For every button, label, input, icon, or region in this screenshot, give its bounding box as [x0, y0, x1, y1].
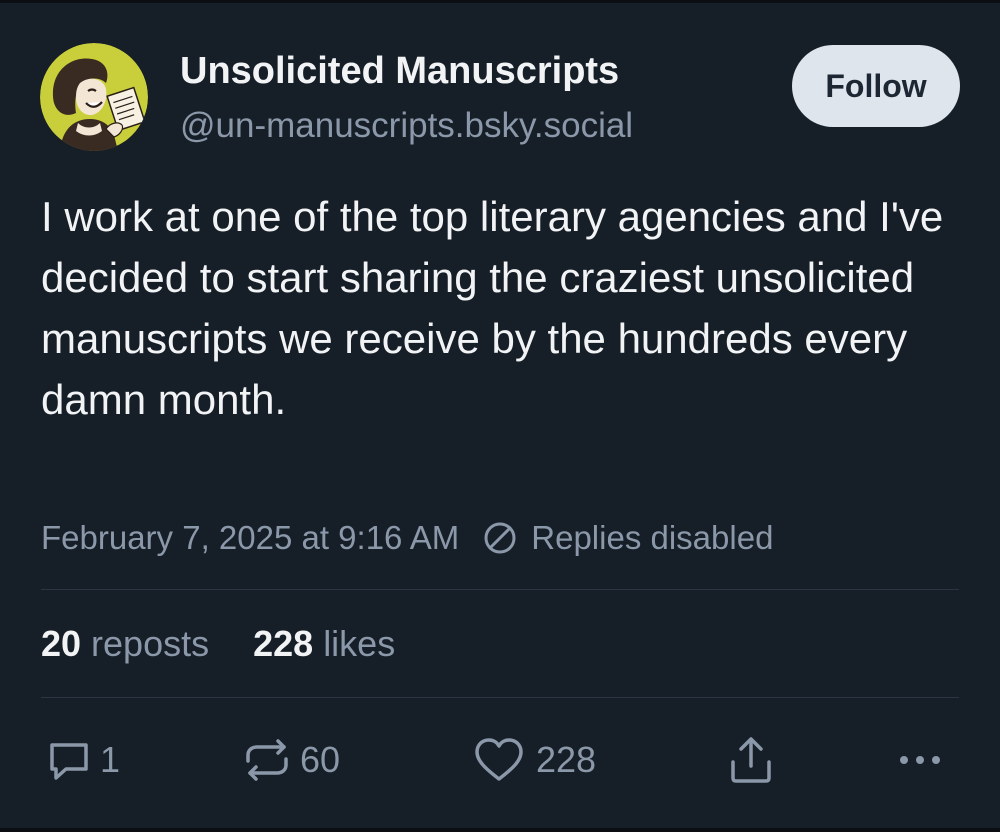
replies-status: Replies disabled [483, 519, 773, 557]
more-icon [900, 756, 940, 764]
post-meta: February 7, 2025 at 9:16 AM Replies disa… [41, 516, 773, 560]
repost-button[interactable]: 60 [240, 730, 340, 790]
post-thread-view: Unsolicited Manuscripts @un-manuscripts.… [0, 0, 1000, 832]
follow-button[interactable]: Follow [792, 45, 960, 127]
share-icon [731, 737, 771, 783]
top-divider [0, 0, 1000, 3]
repost-icon [246, 739, 288, 781]
avatar[interactable] [40, 43, 148, 151]
repost-count: 60 [300, 739, 341, 780]
engagement-stats: 20 reposts 228 likes [41, 620, 439, 668]
reply-count: 1 [100, 739, 121, 780]
reply-button[interactable]: 1 [44, 730, 120, 790]
reposts-count: 20 [41, 623, 82, 664]
heart-icon [475, 738, 523, 781]
divider [41, 697, 959, 698]
author-handle[interactable]: @un-manuscripts.bsky.social [180, 106, 633, 146]
author-display-name[interactable]: Unsolicited Manuscripts [180, 50, 619, 93]
bottom-divider [0, 828, 1000, 832]
reposts-stat[interactable]: 20 reposts [41, 623, 209, 665]
avatar-illustration [40, 43, 148, 151]
like-count: 228 [536, 739, 597, 780]
replies-status-label: Replies disabled [531, 519, 774, 556]
like-button[interactable]: 228 [472, 730, 596, 790]
likes-stat[interactable]: 228 likes [253, 623, 395, 665]
likes-count: 228 [253, 623, 314, 664]
divider [41, 589, 959, 590]
reposts-label: reposts [91, 623, 210, 664]
likes-label: likes [323, 623, 396, 664]
more-options-button[interactable] [896, 730, 944, 790]
share-button[interactable] [726, 730, 776, 790]
post-text: I work at one of the top literary agenci… [41, 193, 944, 423]
post-timestamp: February 7, 2025 at 9:16 AM [41, 519, 460, 556]
reply-icon [50, 743, 88, 780]
prohibited-icon [484, 522, 516, 554]
post-actions-bar: 1 60 228 [0, 730, 1000, 790]
